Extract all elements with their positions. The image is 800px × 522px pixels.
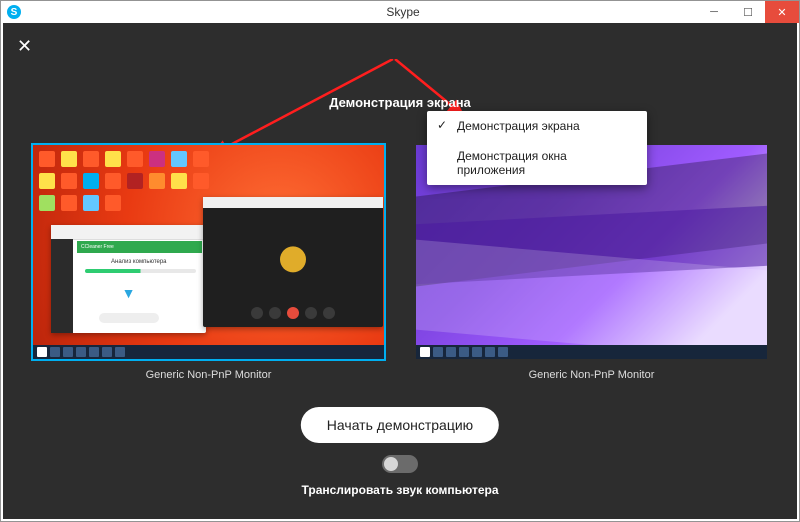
transmit-audio-label: Транслировать звук компьютера	[3, 483, 797, 497]
desktop-icon	[61, 173, 77, 189]
menu-item-share-app-window[interactable]: Демонстрация окна приложения	[427, 141, 647, 185]
minimize-button[interactable]: ─	[697, 1, 731, 23]
monitor-2-label: Generic Non-PnP Monitor	[414, 369, 769, 381]
desktop-icon	[171, 151, 187, 167]
desktop-icon	[83, 173, 99, 189]
desktop-icon	[127, 173, 143, 189]
avatar-icon	[280, 246, 306, 272]
share-screen-dialog: ✕ Демонстрация экрана Демонстрация экран…	[3, 23, 797, 519]
shield-icon: ▼	[122, 285, 136, 301]
desktop-icons	[39, 151, 229, 211]
desktop-icon	[149, 173, 165, 189]
maximize-button[interactable]: ☐	[731, 1, 765, 23]
desktop-icon	[105, 151, 121, 167]
desktop-icon	[127, 151, 143, 167]
hangup-icon	[287, 307, 299, 319]
desktop-icon	[39, 151, 55, 167]
window-title: Skype	[7, 5, 799, 19]
desktop-icon	[39, 195, 55, 211]
skype-window: S Skype ─ ☐ ✕ ✕ Демонстрация экрана Демо…	[0, 0, 800, 522]
toggle-knob	[384, 457, 398, 471]
start-sharing-label: Начать демонстрацию	[327, 417, 473, 433]
desktop-icon	[193, 173, 209, 189]
dialog-title: Демонстрация экрана	[3, 95, 797, 110]
desktop-icon	[105, 195, 121, 211]
titlebar: S Skype ─ ☐ ✕	[1, 1, 799, 23]
desktop-icon	[61, 195, 77, 211]
taskbar	[416, 345, 767, 359]
ccleaner-product: CCleaner Free	[77, 241, 202, 253]
desktop-icon	[83, 195, 99, 211]
start-sharing-button[interactable]: Начать демонстрацию	[301, 407, 499, 443]
menu-item-share-screen[interactable]: Демонстрация экрана	[427, 111, 647, 141]
skype-call-window	[203, 197, 383, 327]
desktop-icon	[83, 151, 99, 167]
close-button[interactable]: ✕	[765, 1, 799, 23]
share-mode-menu: Демонстрация экрана Демонстрация окна пр…	[427, 111, 647, 185]
menu-item-label: Демонстрация окна приложения	[457, 149, 567, 177]
monitors-row: CCleaner Free Анализ компьютера ▼	[31, 143, 769, 381]
taskbar	[33, 345, 384, 359]
window-controls: ─ ☐ ✕	[697, 1, 799, 23]
desktop-icon	[171, 173, 187, 189]
ccleaner-window: CCleaner Free Анализ компьютера ▼	[51, 225, 206, 333]
desktop-icon	[193, 151, 209, 167]
monitor-option-1[interactable]: CCleaner Free Анализ компьютера ▼	[31, 143, 386, 381]
start-button-icon	[37, 347, 47, 357]
desktop-icon	[61, 151, 77, 167]
desktop-icon	[105, 173, 121, 189]
menu-item-label: Демонстрация экрана	[457, 119, 580, 133]
desktop-icon	[149, 151, 165, 167]
call-controls	[203, 307, 383, 319]
transmit-audio-toggle[interactable]	[382, 455, 418, 473]
dialog-close-icon[interactable]: ✕	[17, 37, 32, 55]
ccleaner-heading: Анализ компьютера	[111, 259, 167, 265]
start-button-icon	[420, 347, 430, 357]
desktop-icon	[39, 173, 55, 189]
monitor-1-thumbnail: CCleaner Free Анализ компьютера ▼	[31, 143, 386, 361]
monitor-1-label: Generic Non-PnP Monitor	[31, 369, 386, 381]
